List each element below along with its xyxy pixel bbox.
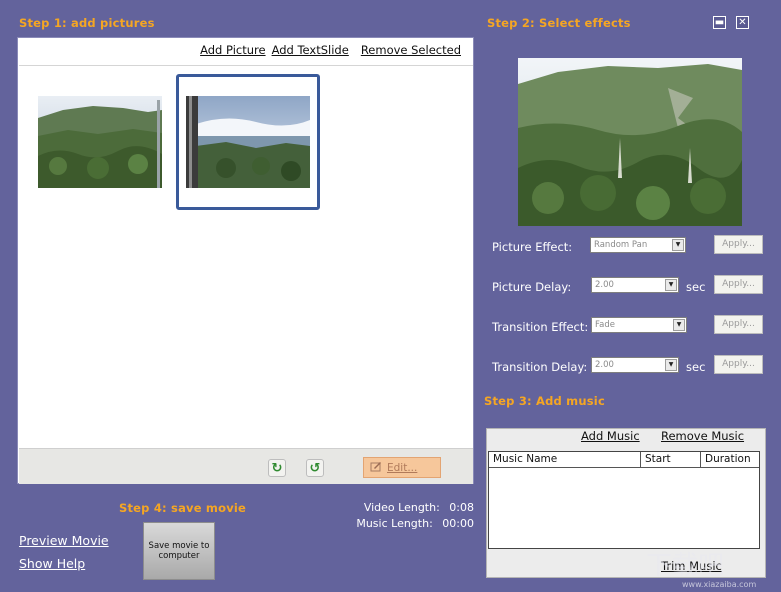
edit-button[interactable]: Edit... <box>363 457 441 478</box>
chevron-down-icon[interactable]: ▼ <box>672 239 684 251</box>
thumbnail-2-selected[interactable] <box>176 74 320 210</box>
video-length-label: Video Length: <box>363 501 440 514</box>
column-header-duration[interactable]: Duration <box>701 452 759 468</box>
transition-effect-label: Transition Effect: <box>492 320 589 334</box>
transition-delay-apply-button[interactable]: Apply... <box>714 355 763 374</box>
step3-title: Step 3: Add music <box>484 394 605 408</box>
add-music-link[interactable]: Add Music <box>581 429 640 443</box>
save-movie-button[interactable]: Save movie to computer <box>143 522 215 580</box>
step2-title: Step 2: Select effects <box>487 16 631 30</box>
rotate-left-icon[interactable]: ↻ <box>268 459 286 477</box>
step1-title: Step 1: add pictures <box>19 16 155 30</box>
forest-thumbnail-image <box>38 96 162 188</box>
picture-effect-label: Picture Effect: <box>492 240 573 254</box>
picture-delay-unit: sec <box>686 280 706 294</box>
step4-title: Step 4: save movie <box>119 501 247 515</box>
add-picture-link[interactable]: Add Picture <box>200 43 265 57</box>
music-table[interactable]: Music Name Start Duration <box>488 451 760 549</box>
minimize-icon[interactable]: ▬ <box>713 16 726 29</box>
transition-effect-select[interactable]: Fade ▼ <box>591 317 687 333</box>
chevron-down-icon[interactable]: ▼ <box>665 359 677 371</box>
effect-preview-image <box>518 58 742 226</box>
music-length-label: Music Length: <box>356 517 433 530</box>
chevron-down-icon[interactable]: ▼ <box>665 279 677 291</box>
picture-delay-value: 2.00 <box>595 280 614 290</box>
pictures-panel: Add Picture Add TextSlide Remove Selecte… <box>17 37 474 484</box>
pictures-toolbar: Add Picture Add TextSlide Remove Selecte… <box>200 43 461 57</box>
transition-delay-unit: sec <box>686 360 706 374</box>
edit-button-label: Edit... <box>387 461 418 474</box>
transition-effect-apply-button[interactable]: Apply... <box>714 315 763 334</box>
remove-music-link[interactable]: Remove Music <box>661 429 744 443</box>
lake-thumbnail-image <box>186 96 310 188</box>
svg-text:下载吧: 下载吧 <box>646 551 724 581</box>
preview-movie-link[interactable]: Preview Movie <box>19 533 109 548</box>
watermark-url: www.xiazaiba.com <box>682 580 757 589</box>
picture-delay-select[interactable]: 2.00 ▼ <box>591 277 679 293</box>
chevron-down-icon[interactable]: ▼ <box>673 319 685 331</box>
music-length-value: 00:00 <box>442 517 474 530</box>
video-length-value: 0:08 <box>449 501 474 514</box>
close-icon[interactable]: ✕ <box>736 16 749 29</box>
picture-effect-apply-button[interactable]: Apply... <box>714 235 763 254</box>
music-length-row: Music Length: 00:00 <box>354 517 474 530</box>
thumbnail-area[interactable] <box>19 65 473 448</box>
transition-effect-value: Fade <box>595 320 615 330</box>
picture-delay-label: Picture Delay: <box>492 280 572 294</box>
picture-delay-apply-button[interactable]: Apply... <box>714 275 763 294</box>
forest-preview-picture <box>518 58 742 226</box>
column-header-start[interactable]: Start <box>641 452 701 468</box>
picture-effect-value: Random Pan <box>594 240 648 250</box>
transition-delay-value: 2.00 <box>595 360 614 370</box>
thumbnail-1[interactable] <box>38 96 162 188</box>
remove-selected-link[interactable]: Remove Selected <box>361 43 461 57</box>
transition-delay-select[interactable]: 2.00 ▼ <box>591 357 679 373</box>
rotate-right-icon[interactable]: ↺ <box>306 459 324 477</box>
show-help-link[interactable]: Show Help <box>19 556 85 571</box>
picture-effect-select[interactable]: Random Pan ▼ <box>590 237 686 253</box>
video-length-row: Video Length: 0:08 <box>358 501 474 514</box>
pictures-bottom-bar: ↻ ↺ Edit... <box>19 448 473 484</box>
add-textslide-link[interactable]: Add TextSlide <box>272 43 349 57</box>
edit-pencil-icon <box>370 460 382 475</box>
transition-delay-label: Transition Delay: <box>492 360 588 374</box>
column-header-music-name[interactable]: Music Name <box>489 452 641 468</box>
